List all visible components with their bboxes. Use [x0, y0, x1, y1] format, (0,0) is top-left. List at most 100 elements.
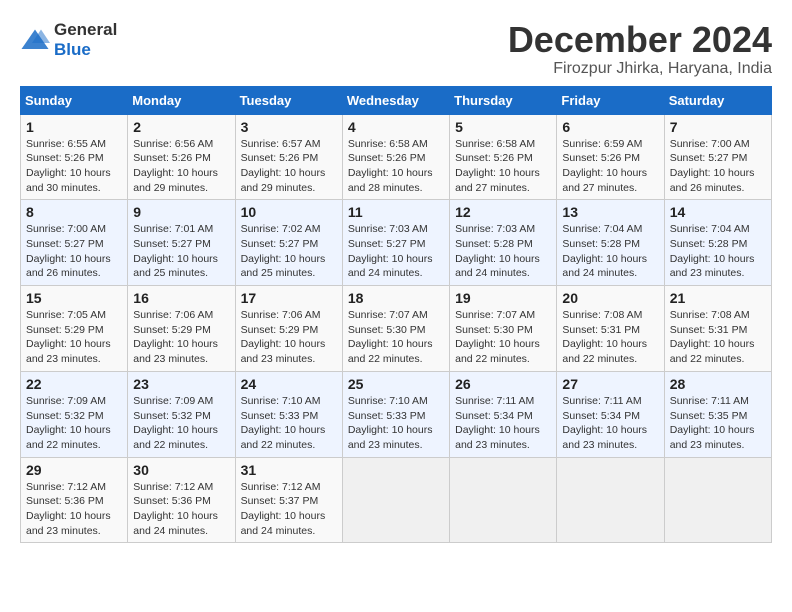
day-number: 29	[26, 462, 122, 478]
day-info: Sunrise: 7:07 AMSunset: 5:30 PMDaylight:…	[455, 308, 551, 367]
month-title: December 2024	[508, 20, 772, 60]
table-row: 19 Sunrise: 7:07 AMSunset: 5:30 PMDayligh…	[450, 286, 557, 372]
day-number: 7	[670, 119, 766, 135]
day-number: 18	[348, 290, 444, 306]
table-row: 29Sunrise: 7:12 AMSunset: 5:36 PMDayligh…	[21, 457, 128, 543]
day-number: 22	[26, 376, 122, 392]
calendar-table: Sunday Monday Tuesday Wednesday Thursday…	[20, 86, 772, 544]
day-number: 23	[133, 376, 229, 392]
table-row: 10 Sunrise: 7:02 AMSunset: 5:27 PMDayligh…	[235, 200, 342, 286]
day-info: Sunrise: 7:03 AMSunset: 5:27 PMDaylight:…	[348, 222, 444, 281]
table-row: 17 Sunrise: 7:06 AMSunset: 5:29 PMDayligh…	[235, 286, 342, 372]
table-row: 28 Sunrise: 7:11 AMSunset: 5:35 PMDayligh…	[664, 371, 771, 457]
day-number: 11	[348, 204, 444, 220]
day-number: 4	[348, 119, 444, 135]
table-row: 5 Sunrise: 6:58 AMSunset: 5:26 PMDaylight…	[450, 114, 557, 200]
day-info: Sunrise: 6:55 AMSunset: 5:26 PMDaylight:…	[26, 137, 122, 196]
logo-text: General Blue	[54, 20, 117, 60]
day-number: 28	[670, 376, 766, 392]
day-info: Sunrise: 6:56 AMSunset: 5:26 PMDaylight:…	[133, 137, 229, 196]
day-number: 16	[133, 290, 229, 306]
table-row: 25Sunrise: 7:10 AMSunset: 5:33 PMDayligh…	[342, 371, 449, 457]
day-number: 20	[562, 290, 658, 306]
day-info: Sunrise: 7:07 AMSunset: 5:30 PMDaylight:…	[348, 308, 444, 367]
day-number: 17	[241, 290, 337, 306]
header-wednesday: Wednesday	[342, 86, 449, 114]
day-info: Sunrise: 7:05 AMSunset: 5:29 PMDaylight:…	[26, 308, 122, 367]
table-row: 4 Sunrise: 6:58 AMSunset: 5:26 PMDaylight…	[342, 114, 449, 200]
table-row	[450, 457, 557, 543]
day-info: Sunrise: 6:58 AMSunset: 5:26 PMDaylight:…	[455, 137, 551, 196]
table-row: 15 Sunrise: 7:05 AMSunset: 5:29 PMDayligh…	[21, 286, 128, 372]
day-number: 3	[241, 119, 337, 135]
table-row: 30 Sunrise: 7:12 AMSunset: 5:36 PMDayligh…	[128, 457, 235, 543]
header-tuesday: Tuesday	[235, 86, 342, 114]
day-number: 19	[455, 290, 551, 306]
day-info: Sunrise: 6:59 AMSunset: 5:26 PMDaylight:…	[562, 137, 658, 196]
day-info: Sunrise: 7:00 AMSunset: 5:27 PMDaylight:…	[26, 222, 122, 281]
day-number: 27	[562, 376, 658, 392]
day-number: 6	[562, 119, 658, 135]
day-info: Sunrise: 7:11 AMSunset: 5:34 PMDaylight:…	[455, 394, 551, 453]
table-row: 12 Sunrise: 7:03 AMSunset: 5:28 PMDayligh…	[450, 200, 557, 286]
table-row: 21Sunrise: 7:08 AMSunset: 5:31 PMDayligh…	[664, 286, 771, 372]
table-row: 18 Sunrise: 7:07 AMSunset: 5:30 PMDayligh…	[342, 286, 449, 372]
day-info: Sunrise: 7:01 AMSunset: 5:27 PMDaylight:…	[133, 222, 229, 281]
location: Firozpur Jhirka, Haryana, India	[508, 60, 772, 78]
day-info: Sunrise: 7:09 AMSunset: 5:32 PMDaylight:…	[26, 394, 122, 453]
day-number: 2	[133, 119, 229, 135]
table-row: 13Sunrise: 7:04 AMSunset: 5:28 PMDayligh…	[557, 200, 664, 286]
day-number: 14	[670, 204, 766, 220]
table-row: 2 Sunrise: 6:56 AMSunset: 5:26 PMDaylight…	[128, 114, 235, 200]
day-number: 15	[26, 290, 122, 306]
table-row	[664, 457, 771, 543]
table-row: 11 Sunrise: 7:03 AMSunset: 5:27 PMDayligh…	[342, 200, 449, 286]
day-number: 9	[133, 204, 229, 220]
day-number: 30	[133, 462, 229, 478]
day-info: Sunrise: 7:04 AMSunset: 5:28 PMDaylight:…	[562, 222, 658, 281]
day-info: Sunrise: 7:00 AMSunset: 5:27 PMDaylight:…	[670, 137, 766, 196]
table-row: 6 Sunrise: 6:59 AMSunset: 5:26 PMDaylight…	[557, 114, 664, 200]
day-info: Sunrise: 7:08 AMSunset: 5:31 PMDaylight:…	[670, 308, 766, 367]
day-number: 12	[455, 204, 551, 220]
day-info: Sunrise: 7:06 AMSunset: 5:29 PMDaylight:…	[133, 308, 229, 367]
calendar-week-row: 15 Sunrise: 7:05 AMSunset: 5:29 PMDayligh…	[21, 286, 772, 372]
day-info: Sunrise: 7:10 AMSunset: 5:33 PMDaylight:…	[241, 394, 337, 453]
day-number: 10	[241, 204, 337, 220]
header-saturday: Saturday	[664, 86, 771, 114]
day-info: Sunrise: 7:12 AMSunset: 5:37 PMDaylight:…	[241, 480, 337, 539]
header-sunday: Sunday	[21, 86, 128, 114]
table-row	[342, 457, 449, 543]
day-info: Sunrise: 7:06 AMSunset: 5:29 PMDaylight:…	[241, 308, 337, 367]
day-info: Sunrise: 7:12 AMSunset: 5:36 PMDaylight:…	[133, 480, 229, 539]
table-row: 26Sunrise: 7:11 AMSunset: 5:34 PMDayligh…	[450, 371, 557, 457]
table-row: 1 Sunrise: 6:55 AMSunset: 5:26 PMDaylight…	[21, 114, 128, 200]
calendar-header: Sunday Monday Tuesday Wednesday Thursday…	[21, 86, 772, 114]
day-info: Sunrise: 6:58 AMSunset: 5:26 PMDaylight:…	[348, 137, 444, 196]
header-monday: Monday	[128, 86, 235, 114]
page-header: General Blue December 2024 Firozpur Jhir…	[20, 20, 772, 78]
logo-blue: Blue	[54, 40, 91, 59]
day-info: Sunrise: 6:57 AMSunset: 5:26 PMDaylight:…	[241, 137, 337, 196]
day-number: 25	[348, 376, 444, 392]
table-row: 9 Sunrise: 7:01 AMSunset: 5:27 PMDaylight…	[128, 200, 235, 286]
calendar-week-row: 29 Sunrise: 7:12 AMSunset: 5:36 PMDayligh…	[21, 457, 772, 543]
table-row: 7 Sunrise: 7:00 AMSunset: 5:27 PMDaylight…	[664, 114, 771, 200]
day-info: Sunrise: 7:03 AMSunset: 5:28 PMDaylight:…	[455, 222, 551, 281]
day-number: 5	[455, 119, 551, 135]
calendar-week-row: 22 Sunrise: 7:09 AMSunset: 5:32 PMDayligh…	[21, 371, 772, 457]
day-info: Sunrise: 7:08 AMSunset: 5:31 PMDaylight:…	[562, 308, 658, 367]
day-number: 1	[26, 119, 122, 135]
table-row: 24Sunrise: 7:10 AMSunset: 5:33 PMDayligh…	[235, 371, 342, 457]
table-row: 31Sunrise: 7:12 AMSunset: 5:37 PMDayligh…	[235, 457, 342, 543]
day-info: Sunrise: 7:09 AMSunset: 5:32 PMDaylight:…	[133, 394, 229, 453]
day-info: Sunrise: 7:02 AMSunset: 5:27 PMDaylight:…	[241, 222, 337, 281]
table-row: 23 Sunrise: 7:09 AMSunset: 5:32 PMDayligh…	[128, 371, 235, 457]
day-number: 8	[26, 204, 122, 220]
day-info: Sunrise: 7:11 AMSunset: 5:35 PMDaylight:…	[670, 394, 766, 453]
calendar-week-row: 1 Sunrise: 6:55 AMSunset: 5:26 PMDaylight…	[21, 114, 772, 200]
table-row: 16 Sunrise: 7:06 AMSunset: 5:29 PMDayligh…	[128, 286, 235, 372]
title-area: December 2024 Firozpur Jhirka, Haryana, …	[508, 20, 772, 78]
table-row: 8 Sunrise: 7:00 AMSunset: 5:27 PMDaylight…	[21, 200, 128, 286]
day-info: Sunrise: 7:11 AMSunset: 5:34 PMDaylight:…	[562, 394, 658, 453]
